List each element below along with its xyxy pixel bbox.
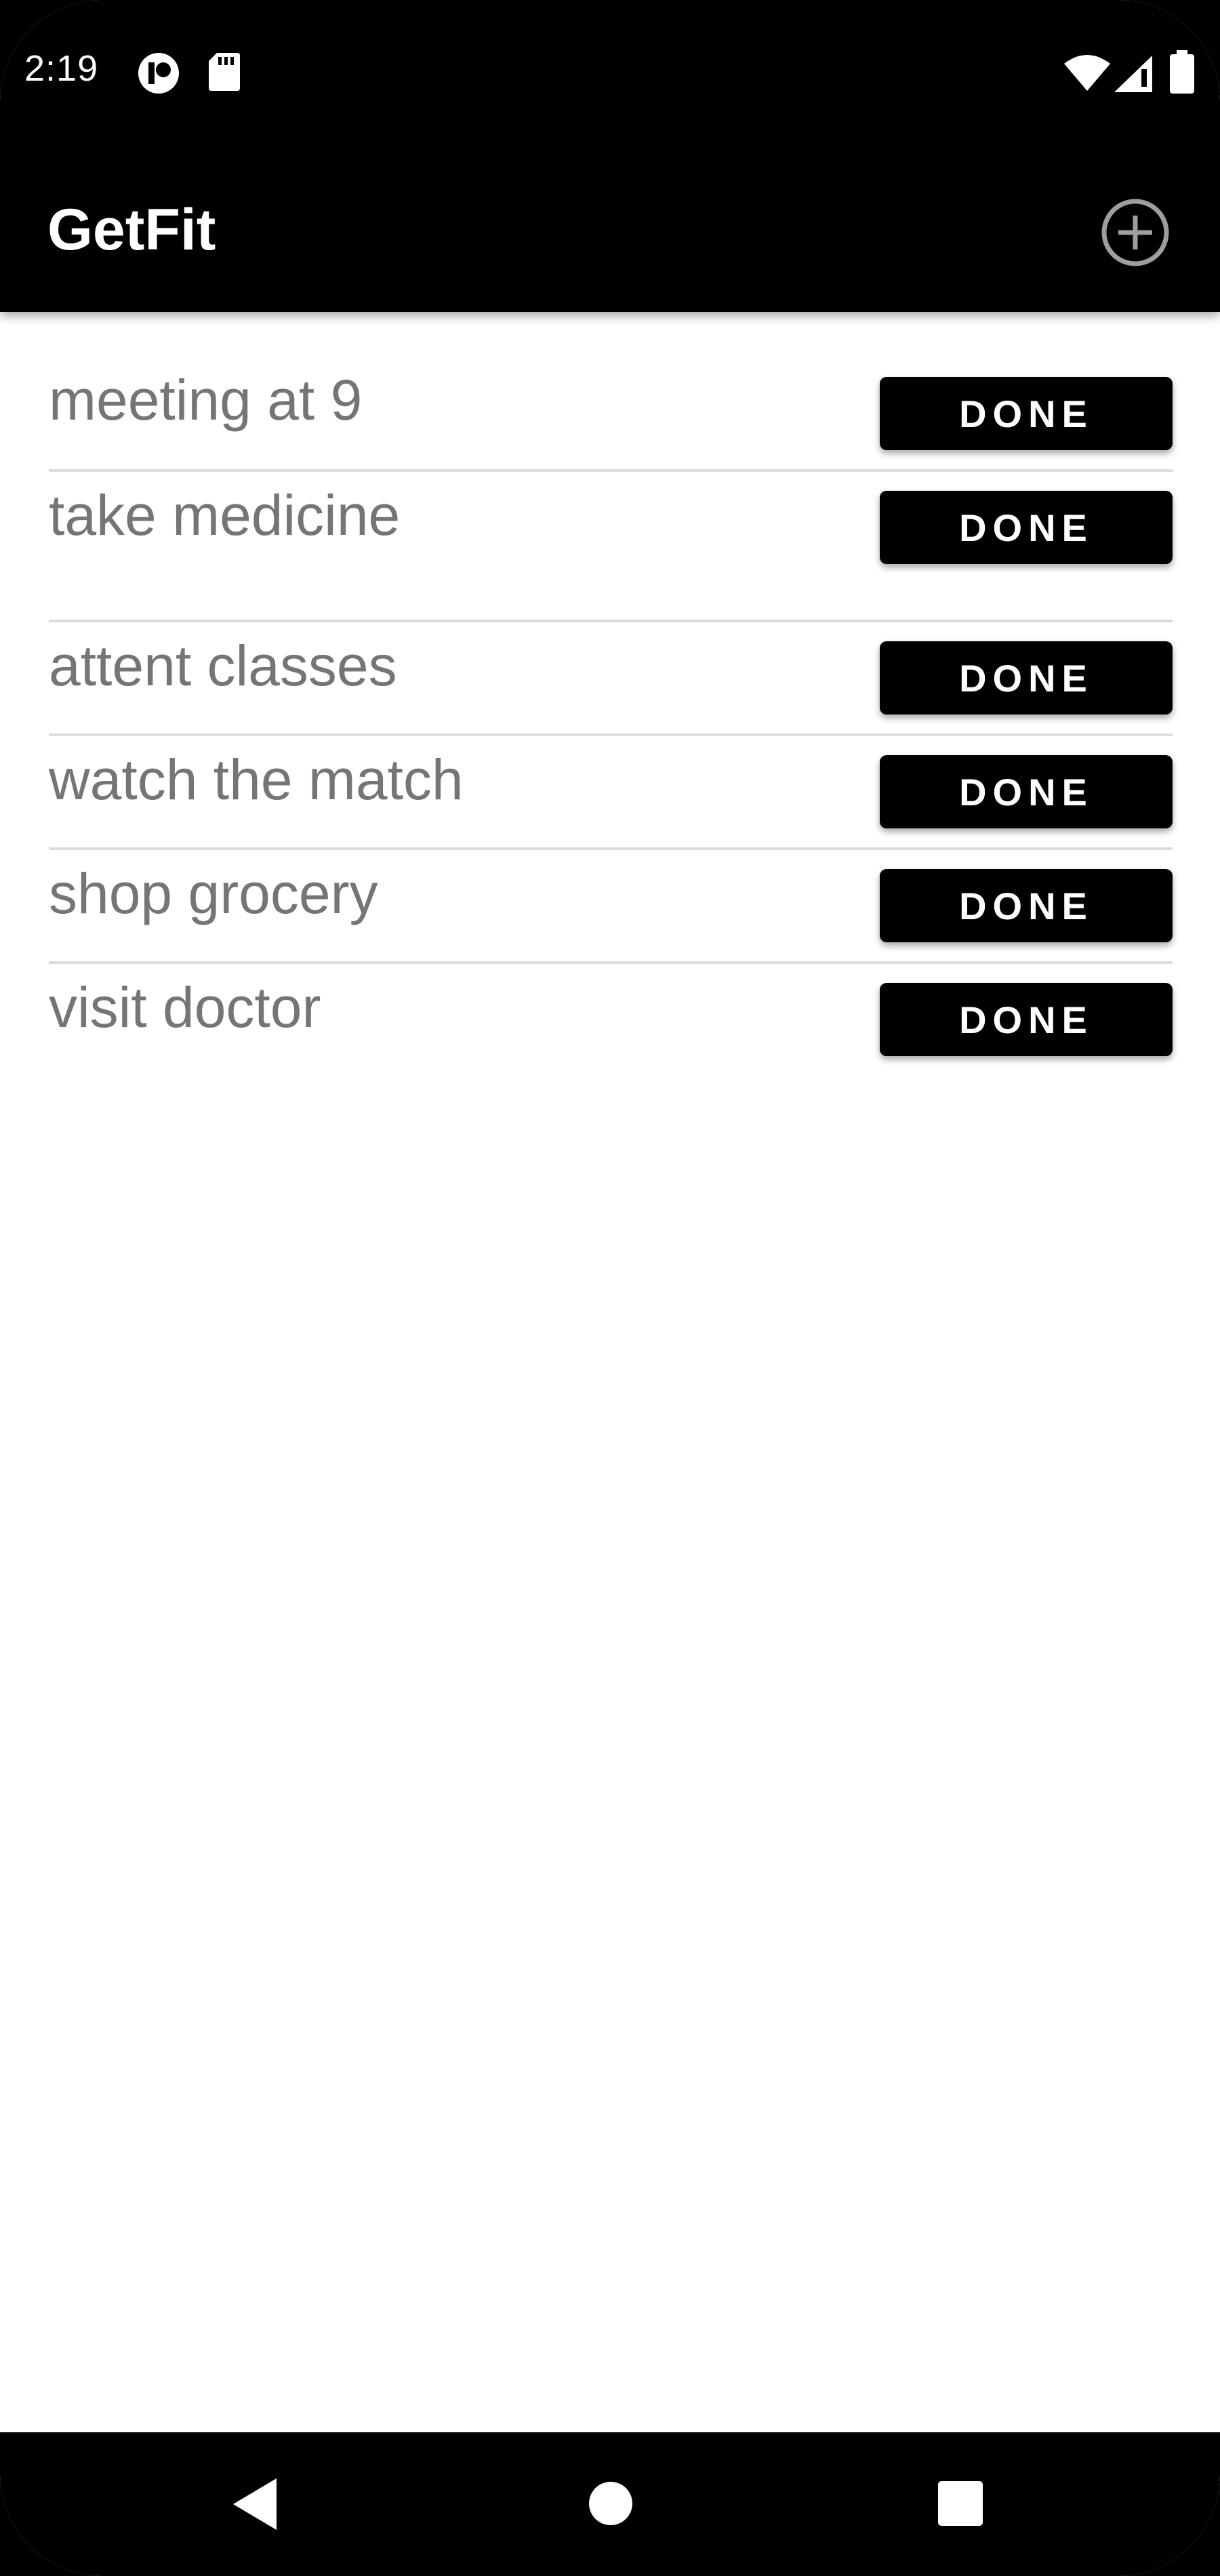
status-time: 2:19 [24,48,99,89]
sd-card-icon [209,53,240,91]
status-bar: 2:19 [0,0,1220,142]
wifi-icon [1064,55,1110,91]
task-row: visit doctor DONE [49,964,1173,1078]
task-label: meeting at 9 [49,368,363,432]
task-label: watch the match [49,748,464,811]
task-label: take medicine [49,483,401,547]
add-circle-icon[interactable] [1098,195,1173,270]
done-button[interactable]: DONE [880,491,1173,564]
cell-signal-icon [1114,56,1152,92]
done-button[interactable]: DONE [880,983,1173,1056]
task-row: watch the match DONE [49,736,1173,850]
task-row: attent classes DONE [49,622,1173,736]
task-row: meeting at 9 DONE [49,312,1173,472]
done-button[interactable]: DONE [880,377,1173,450]
app-bar: GetFit [0,142,1220,312]
back-icon[interactable] [229,2476,283,2533]
done-button[interactable]: DONE [880,869,1173,942]
task-label: shop grocery [49,862,378,925]
task-label: attent classes [49,634,397,698]
app-title: GetFit [47,197,216,262]
done-button[interactable]: DONE [880,641,1173,715]
navigation-bar [0,2432,1220,2576]
phone-screen: 2:19 GetFit meeting at 9 DONE take medic… [0,0,1220,2576]
app-notification-icon [138,53,179,94]
done-button[interactable]: DONE [880,755,1173,828]
recents-icon[interactable] [937,2480,984,2527]
task-row: shop grocery DONE [49,850,1173,964]
battery-icon [1170,50,1194,94]
task-list: meeting at 9 DONE take medicine DONE att… [49,312,1173,1078]
task-row: take medicine DONE [49,472,1173,622]
home-icon[interactable] [587,2480,634,2527]
task-label: visit doctor [49,975,321,1039]
